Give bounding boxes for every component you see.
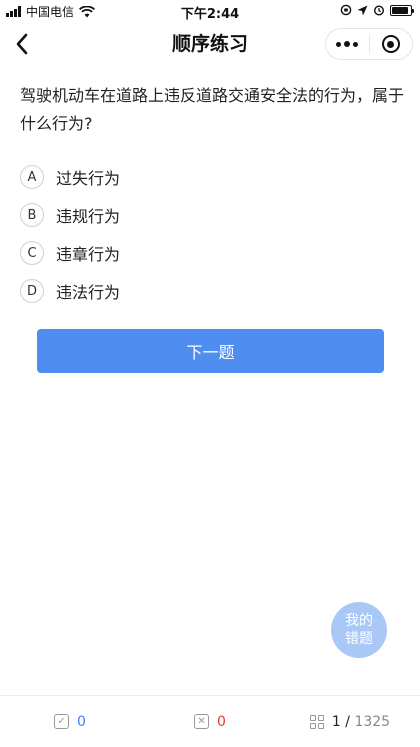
page: 中国电信 下午2:44 顺序练习 驾驶机动车在道路上违反道路交通安全法的行为，属… [0,0,420,747]
status-left: 中国电信 [6,3,96,20]
option-letter: C [20,241,44,265]
fab-label-line1: 我的 [345,613,373,629]
option-text: 过失行为 [56,169,121,188]
status-bar: 中国电信 下午2:44 [0,0,420,22]
wrong-count-item[interactable]: ✕ 0 [140,714,280,730]
battery-fill [392,6,409,14]
fab-label-line2: 错题 [345,631,373,647]
progress-separator: / [340,713,355,730]
more-button[interactable] [326,29,369,59]
close-mini-program-button[interactable] [370,29,413,59]
option-letter: D [20,279,44,303]
correct-count-item[interactable]: ✓ 0 [0,714,140,730]
correct-count: 0 [77,713,86,730]
target-circle-icon [381,35,400,53]
option-letter: B [20,203,44,227]
question-progress-item[interactable]: 1 / 1325 [280,714,420,730]
option-b[interactable]: B 违规行为 [20,196,400,234]
alarm-icon [373,5,385,16]
carrier-label: 中国电信 [26,5,75,19]
option-letter: A [20,165,44,189]
progress-text: 1 / 1325 [332,714,390,730]
option-text: 违法行为 [56,283,121,302]
orientation-lock-icon [340,4,352,16]
wifi-icon [79,5,96,17]
option-text: 违章行为 [56,245,121,264]
option-d[interactable]: D 违法行为 [20,272,400,310]
progress-current: 1 [331,713,341,730]
more-dots-icon [336,41,359,47]
grid-icon [309,714,324,729]
option-a[interactable]: A 过失行为 [20,158,400,196]
question-text: 驾驶机动车在道路上违反道路交通安全法的行为，属于什么行为? [20,86,405,133]
check-icon: ✓ [54,714,70,729]
mini-program-capsule [325,28,413,60]
wrong-count: 0 [217,713,226,730]
option-c[interactable]: C 违章行为 [20,234,400,272]
progress-total: 1325 [354,713,391,730]
battery-icon [390,4,414,16]
option-list: A 过失行为 B 违规行为 C 违章行为 D 违法行为 [20,158,400,310]
next-question-button[interactable]: 下一题 [37,329,384,373]
bottom-bar: ✓ 0 ✕ 0 1 / 1325 [0,695,420,747]
location-icon [357,5,368,15]
status-right [340,4,414,16]
chevron-left-icon [16,33,28,55]
signal-icon [6,6,21,17]
cross-icon: ✕ [194,714,210,729]
option-text: 违规行为 [56,207,121,226]
nav-bar: 顺序练习 [0,22,420,66]
back-button[interactable] [8,30,36,58]
my-mistakes-button[interactable]: 我的 错题 [331,602,387,658]
